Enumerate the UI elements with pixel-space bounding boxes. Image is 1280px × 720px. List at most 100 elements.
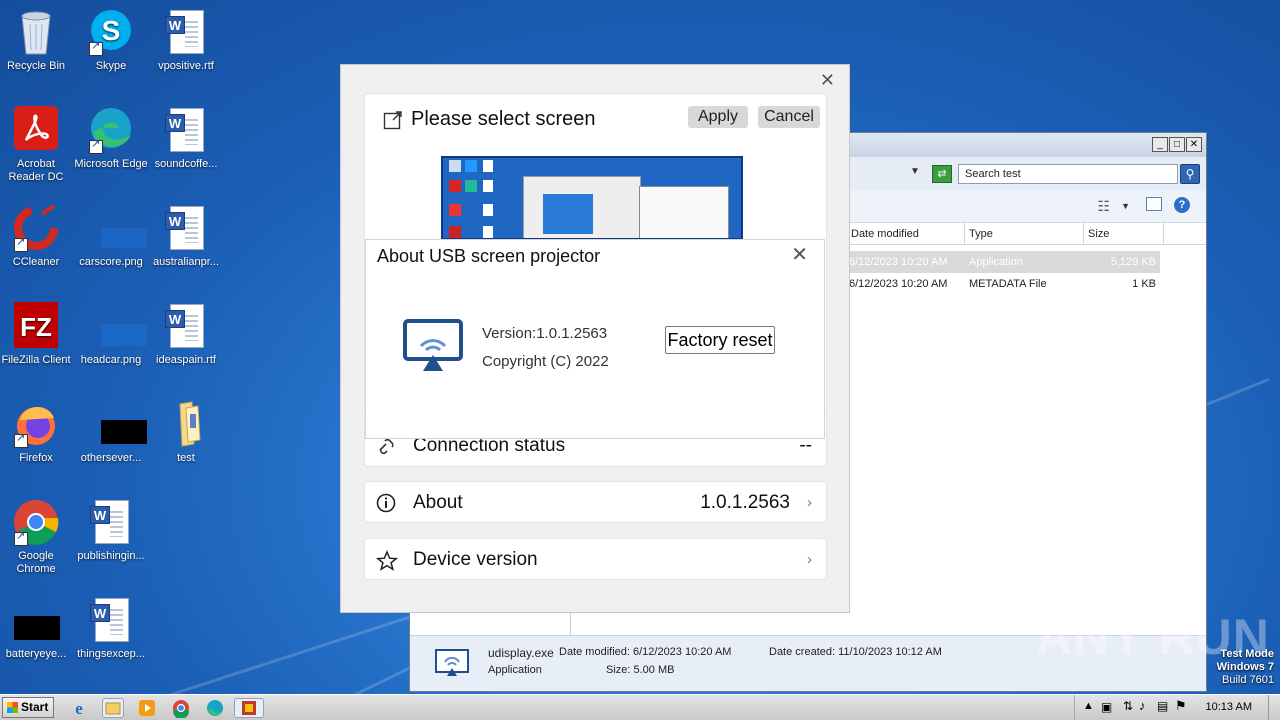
refresh-icon[interactable]: ⇄ — [932, 165, 952, 183]
usb-projector-taskbar-icon[interactable] — [234, 698, 264, 718]
desktop-icon-vpositive[interactable]: W vpositive.rtf — [148, 8, 224, 73]
view-options-icon[interactable]: ☷ — [1097, 198, 1110, 215]
app-file-icon — [434, 648, 470, 678]
word-document-icon: W — [87, 498, 135, 546]
search-input[interactable]: Search test — [958, 164, 1178, 184]
apply-button[interactable]: Apply — [688, 106, 748, 128]
svg-text:FZ: FZ — [20, 312, 52, 342]
black-thumbnail-icon — [87, 400, 147, 448]
about-dialog-title: About USB screen projector — [377, 246, 601, 266]
acrobat-icon — [12, 106, 60, 154]
factory-reset-button[interactable]: Factory reset — [665, 326, 775, 354]
folder-icon — [162, 400, 210, 448]
desktop-icon-firefox[interactable]: Firefox — [0, 400, 74, 465]
about-row[interactable]: About 1.0.1.2563 › — [364, 481, 827, 523]
chrome-taskbar-icon[interactable] — [170, 698, 192, 719]
desktop-icon-acrobat[interactable]: Acrobat Reader DC — [0, 106, 74, 184]
close-icon[interactable]: ✕ — [820, 70, 835, 91]
test-mode-notice: Test Mode Windows 7 Build 7601 — [1217, 648, 1274, 687]
test-mode-text: Test Mode — [1220, 648, 1274, 660]
column-type[interactable]: Type — [965, 223, 1084, 245]
file-date: 6/12/2023 10:20 AM — [849, 278, 948, 290]
media-player-icon[interactable] — [136, 698, 158, 718]
column-date-modified[interactable]: Date modified — [847, 223, 965, 245]
device-version-row[interactable]: Device version › — [364, 538, 827, 580]
column-size[interactable]: Size — [1084, 223, 1164, 245]
nav-pane-divider[interactable] — [570, 613, 571, 635]
recycle-bin-icon — [12, 8, 60, 56]
system-tray: ▲ ▣ ⇅ ♪ ▤ ⚑ 10:13 AM — [1074, 695, 1280, 720]
desktop-icon-filezilla[interactable]: FZ FileZilla Client — [0, 302, 74, 367]
shortcut-arrow-icon — [89, 40, 103, 56]
desktop-icon-batteryeye[interactable]: batteryeye... — [0, 596, 74, 661]
show-desktop-button[interactable] — [1268, 695, 1280, 720]
screen-select-icon — [383, 111, 402, 130]
safely-remove-icon[interactable]: ▤ — [1157, 699, 1168, 713]
shortcut-arrow-icon — [14, 432, 28, 448]
svg-text:S: S — [102, 15, 121, 46]
maximize-button[interactable]: □ — [1169, 137, 1185, 152]
desktop-icon-edge[interactable]: Microsoft Edge — [73, 106, 149, 171]
start-button[interactable]: Start — [2, 697, 54, 718]
screen-preview-thumbnail[interactable] — [441, 156, 743, 240]
word-document-icon: W — [87, 596, 135, 644]
shortcut-arrow-icon — [89, 138, 103, 154]
desktop-icon-soundcoffe[interactable]: W soundcoffe... — [148, 106, 224, 171]
network-icon[interactable]: ⇅ — [1123, 699, 1133, 713]
details-size: Size: 5.00 MB — [606, 664, 675, 676]
desktop-icon-recycle-bin[interactable]: Recycle Bin — [0, 8, 74, 73]
usb-projector-logo-icon — [403, 319, 463, 371]
desktop-icon-label: othersever... — [80, 452, 142, 464]
desktop-icon-thingsexcep[interactable]: W thingsexcep... — [73, 596, 149, 661]
desktop-icon-label: carscore.png — [79, 256, 143, 268]
chrome-icon — [12, 498, 60, 546]
file-date: 6/12/2023 10:20 AM — [849, 256, 948, 268]
desktop-icon-test-folder[interactable]: test — [148, 400, 224, 465]
close-icon[interactable]: ✕ — [791, 242, 808, 267]
desktop-icon-ideaspain[interactable]: W ideaspain.rtf — [148, 302, 224, 367]
desktop-icon-chrome[interactable]: Google Chrome — [0, 498, 74, 576]
clock[interactable]: 10:13 AM — [1206, 701, 1252, 713]
desktop-icon-skype[interactable]: S Skype — [73, 8, 149, 73]
build-text: Build 7601 — [1222, 674, 1274, 686]
desktop-icon-othersever[interactable]: othersever... — [73, 400, 149, 465]
desktop-icon-publishingin[interactable]: W publishingin... — [73, 498, 149, 563]
cancel-button[interactable]: Cancel — [758, 106, 820, 128]
flag-icon[interactable]: ⚑ — [1175, 698, 1187, 714]
black-thumbnail-icon — [12, 596, 60, 644]
desktop-icon-australianpr[interactable]: W australianpr... — [148, 204, 224, 269]
desktop-icon-label: soundcoffe... — [154, 158, 218, 170]
windows-logo-icon — [7, 702, 18, 713]
file-row[interactable]: 6/12/2023 10:20 AM METADATA File 1 KB — [847, 273, 1160, 295]
skype-icon: S — [87, 8, 135, 56]
desktop-icon-ccleaner[interactable]: CCleaner — [0, 204, 74, 269]
show-hidden-icons-icon[interactable]: ▲ — [1083, 700, 1094, 712]
address-dropdown-icon[interactable]: ▼ — [910, 166, 920, 177]
minimize-button[interactable]: _ — [1152, 137, 1168, 152]
shortcut-arrow-icon — [14, 236, 28, 252]
taskbar: Start e ▲ ▣ ⇅ ♪ ▤ ⚑ 10:13 AM — [0, 694, 1280, 720]
desktop-icon-label: publishingin... — [77, 550, 145, 562]
search-icon[interactable]: ⚲ — [1180, 164, 1200, 184]
preview-pane-icon[interactable] — [1146, 197, 1162, 211]
info-icon — [376, 493, 396, 513]
explorer-taskbar-icon[interactable] — [102, 698, 124, 718]
details-modified: Date modified: 6/12/2023 10:20 AM — [559, 646, 732, 658]
desktop-icon-label: vpositive.rtf — [158, 60, 214, 72]
desktop-icon-label: CCleaner — [12, 256, 60, 268]
help-icon[interactable]: ? — [1174, 197, 1190, 213]
desktop-icon-headcar[interactable]: headcar.png — [73, 302, 149, 367]
action-center-icon[interactable]: ▣ — [1101, 700, 1112, 714]
word-document-icon: W — [162, 204, 210, 252]
view-dropdown-icon[interactable]: ▼ — [1121, 201, 1130, 211]
file-size: 1 KB — [1132, 278, 1156, 290]
ie-icon[interactable]: e — [68, 698, 90, 718]
close-button[interactable]: ✕ — [1186, 137, 1202, 152]
edge-taskbar-icon[interactable] — [204, 698, 226, 718]
details-type: Application — [488, 664, 542, 676]
shortcut-arrow-icon — [14, 530, 28, 546]
desktop-icon-carscore[interactable]: carscore.png — [73, 204, 149, 269]
volume-icon[interactable]: ♪ — [1139, 698, 1146, 713]
desktop-icon-label: test — [177, 452, 195, 464]
file-row[interactable]: 6/12/2023 10:20 AM Application 5,129 KB — [847, 251, 1160, 273]
